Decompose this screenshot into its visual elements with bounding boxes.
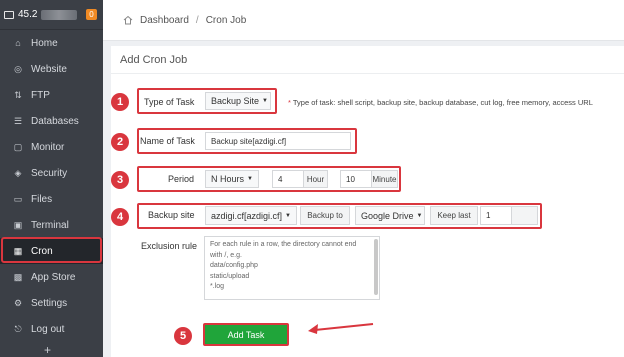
sidebar-item-label: Files xyxy=(31,193,53,205)
sidebar-item-label: Monitor xyxy=(31,141,65,153)
sidebar-item-label: Security xyxy=(31,167,68,179)
sidebar-item-security[interactable]: ◈ Security xyxy=(0,160,103,186)
exclusion-placeholder-line: *.log xyxy=(210,283,225,290)
backup-site-value: azdigi.cf[azdigi.cf] xyxy=(211,210,283,221)
exclusion-rule-label: Exclusion rule xyxy=(141,241,198,251)
logout-icon: ⎋ xyxy=(14,323,22,334)
ftp-icon: ⇅ xyxy=(14,89,22,100)
monitor-icon: ▢ xyxy=(13,141,23,152)
backup-to-value: Google Drive xyxy=(361,210,414,221)
exclusion-placeholder-line: static/upload xyxy=(210,272,250,280)
home-icon: ⌂ xyxy=(15,38,21,48)
chevron-down-icon: ▼ xyxy=(416,212,423,219)
period-value: N Hours xyxy=(211,174,245,184)
chevron-down-icon: ▼ xyxy=(262,98,268,104)
server-header[interactable]: 45.2 0 xyxy=(0,0,103,30)
globe-icon: ◎ xyxy=(14,63,22,74)
sidebar-item-ftp[interactable]: ⇅ FTP xyxy=(0,82,103,108)
textarea-scrollbar[interactable] xyxy=(374,239,378,295)
sidebar-item-monitor[interactable]: ▢ Monitor xyxy=(0,134,103,160)
sidebar-item-settings[interactable]: ⚙ Settings xyxy=(0,290,103,316)
exclusion-placeholder-line: with /, e.g. xyxy=(210,251,242,259)
folder-icon: ▭ xyxy=(13,193,23,204)
calendar-icon: ▦ xyxy=(13,245,23,256)
hint-text: Type of task: shell script, backup site,… xyxy=(292,98,593,107)
type-of-task-select[interactable]: Backup Site ▼ xyxy=(205,92,271,110)
sidebar-item-website[interactable]: ◎ Website xyxy=(0,56,103,82)
name-of-task-input[interactable]: Backup site[azdigi.cf] xyxy=(205,132,351,150)
breadcrumb-current: Cron Job xyxy=(205,14,247,26)
sidebar-item-label: Settings xyxy=(31,297,68,309)
hours-input[interactable]: 4 xyxy=(272,170,304,188)
sidebar-item-terminal[interactable]: ▣ Terminal xyxy=(0,212,103,238)
step-number-5: 5 xyxy=(174,327,192,345)
backup-to-label: Backup to xyxy=(300,206,350,225)
hint-star: * xyxy=(288,98,291,107)
keep-last-label: Keep last xyxy=(430,206,478,225)
breadcrumb: Dashboard / Cron Job xyxy=(103,0,624,41)
add-cron-panel: Add Cron Job xyxy=(111,46,624,357)
hours-unit: Hour xyxy=(303,170,328,188)
minutes-input[interactable]: 10 xyxy=(340,170,372,188)
exclusion-placeholder-line: For each rule in a row, the directory ca… xyxy=(210,241,357,248)
sidebar-item-label: Databases xyxy=(31,115,79,127)
panel-title: Add Cron Job xyxy=(111,46,624,74)
minutes-unit: Minute xyxy=(371,170,398,188)
server-icon xyxy=(4,10,14,19)
expand-plus-icon[interactable]: + xyxy=(44,343,51,357)
sidebar-item-files[interactable]: ▭ Files xyxy=(0,186,103,212)
name-of-task-label: Name of Task xyxy=(140,136,195,146)
sidebar-item-app-store[interactable]: ▩ App Store xyxy=(0,264,103,290)
keep-last-input[interactable]: 1 xyxy=(480,206,512,225)
gear-icon: ⚙ xyxy=(13,297,23,308)
shield-icon: ◈ xyxy=(14,167,22,178)
sidebar-item-label: Cron xyxy=(31,245,53,257)
backup-site-label: Backup site xyxy=(148,210,195,220)
period-select[interactable]: N Hours ▼ xyxy=(205,170,259,188)
keep-last-addon xyxy=(511,206,538,225)
sidebar-item-label: Terminal xyxy=(31,219,69,231)
step-number-4: 4 xyxy=(111,208,129,226)
notification-badge[interactable]: 0 xyxy=(86,9,97,20)
sidebar-item-cron[interactable]: ▦ Cron xyxy=(0,238,103,264)
sidebar-item-databases[interactable]: ☰ Databases xyxy=(0,108,103,134)
apps-icon: ▩ xyxy=(13,271,23,282)
sidebar-item-home[interactable]: ⌂ Home xyxy=(0,30,103,56)
server-host: 45.2 xyxy=(18,9,38,20)
sidebar-item-label: Website xyxy=(31,63,67,75)
step-number-1: 1 xyxy=(111,93,129,111)
period-label: Period xyxy=(168,174,195,184)
exclusion-placeholder-line: data/config.php xyxy=(210,262,258,269)
sidebar-item-label: FTP xyxy=(31,89,50,101)
type-of-task-value: Backup Site xyxy=(211,96,260,106)
sidebar-item-label: Home xyxy=(31,37,58,49)
backup-site-select[interactable]: azdigi.cf[azdigi.cf] ▼ xyxy=(205,206,297,225)
home-icon xyxy=(123,15,133,25)
sidebar-item-label: App Store xyxy=(31,271,76,283)
breadcrumb-dashboard[interactable]: Dashboard xyxy=(140,15,189,26)
type-of-task-label: Type of Task xyxy=(144,97,195,107)
breadcrumb-separator: / xyxy=(195,14,199,26)
database-icon: ☰ xyxy=(13,115,23,126)
step-number-2: 2 xyxy=(111,133,129,151)
add-task-button[interactable]: Add Task xyxy=(203,323,289,346)
host-redacted xyxy=(41,9,78,20)
sidebar-item-label: Log out xyxy=(31,323,65,335)
backup-to-select[interactable]: Google Drive ▼ xyxy=(355,206,425,225)
sidebar-menu: ⌂ Home ◎ Website ⇅ FTP ☰ Databases ▢ Monitor ◈ Secu… xyxy=(0,30,103,342)
sidebar-item-log-out[interactable]: ⎋ Log out xyxy=(0,316,103,342)
chevron-down-icon: ▼ xyxy=(247,176,253,182)
sidebar: 45.2 0 ⌂ Home ◎ Website ⇅ FTP ☰ Databases ▢ Monit… xyxy=(0,0,103,357)
type-of-task-hint: * Type of task: shell script, backup sit… xyxy=(288,98,593,107)
exclusion-rule-textarea[interactable]: For each rule in a row, the directory ca… xyxy=(204,236,380,300)
terminal-icon: ▣ xyxy=(13,219,23,230)
chevron-down-icon: ▼ xyxy=(285,212,291,219)
step-number-3: 3 xyxy=(111,171,129,189)
arrow-pointer-icon xyxy=(308,323,374,334)
